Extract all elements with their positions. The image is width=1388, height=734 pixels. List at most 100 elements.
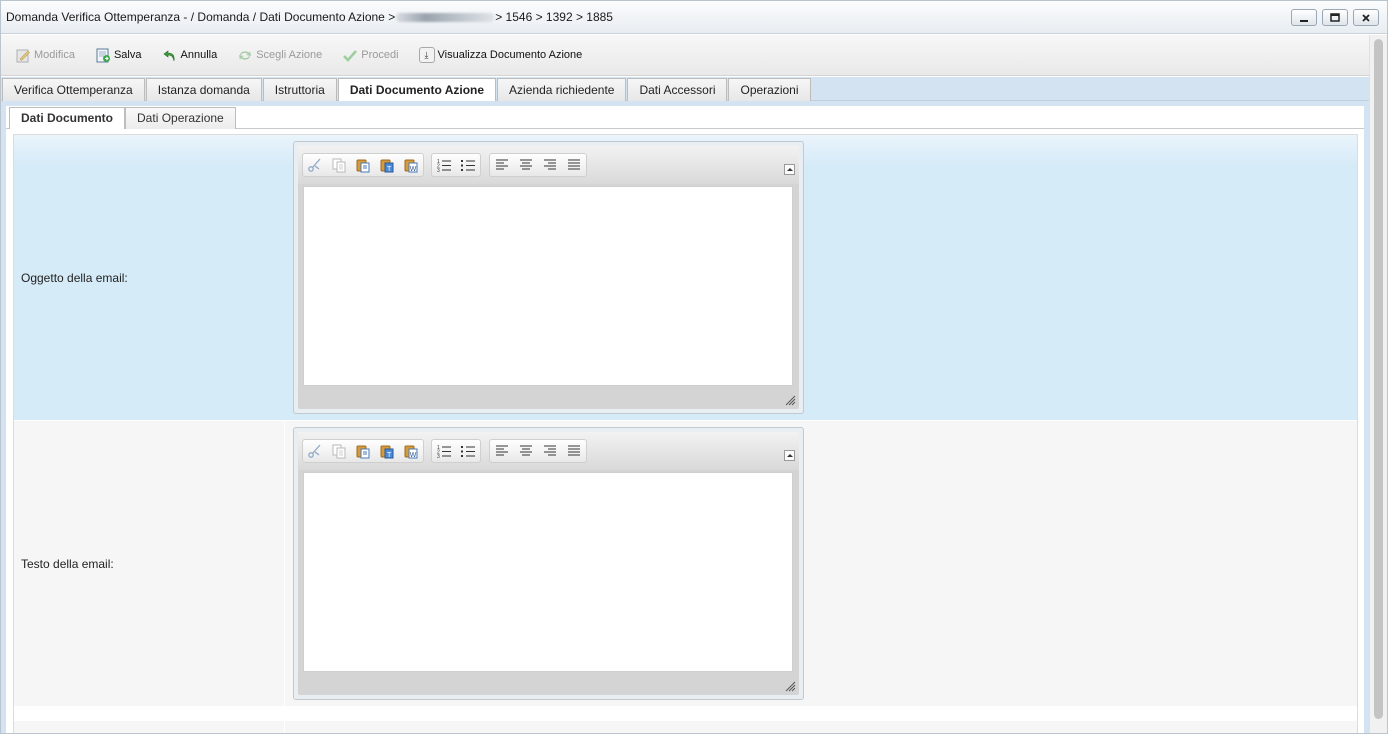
paste-text-icon[interactable]: T [379, 443, 395, 459]
align-right-icon[interactable] [542, 443, 558, 459]
salva-label: Salva [113, 49, 142, 61]
align-group [489, 439, 587, 463]
form-grid: Oggetto della email: T W 1 2 3 Testo del… [13, 134, 1358, 733]
align-center-icon[interactable] [518, 443, 534, 459]
testo-label: Testo della email: [21, 557, 114, 571]
clipboard-group: T W [302, 439, 424, 463]
minimize-icon [1300, 19, 1308, 22]
window-title-prefix: Domanda Verifica Ottemperanza - / Domand… [6, 10, 396, 24]
list-group: 123 [431, 153, 481, 177]
svg-text:3: 3 [437, 168, 440, 173]
procedi-label: Procedi [361, 49, 399, 61]
annulla-button[interactable]: Annulla [162, 44, 218, 66]
oggetto-editor-body[interactable] [303, 186, 793, 386]
form-row-next [14, 721, 1357, 733]
tab-dati-documento-azione[interactable]: Dati Documento Azione [337, 78, 497, 102]
copy-icon[interactable] [331, 157, 347, 173]
tab-verifica-ottemperanza[interactable]: Verifica Ottemperanza [2, 78, 145, 101]
justify-icon[interactable] [566, 157, 582, 173]
paste-icon[interactable] [355, 443, 371, 459]
form-area: Oggetto della email: T W 1 2 3 Testo del… [6, 129, 1364, 733]
form-row-testo: Testo della email: T W 1 2 3 [14, 421, 1357, 706]
align-left-icon[interactable] [494, 157, 510, 173]
align-right-icon[interactable] [542, 157, 558, 173]
tab-operazioni[interactable]: Operazioni [728, 78, 811, 101]
subtab-dati-documento[interactable]: Dati Documento [9, 107, 126, 130]
window-title: Domanda Verifica Ottemperanza - / Domand… [6, 10, 613, 24]
modifica-button[interactable]: Modifica [15, 44, 75, 66]
collapse-toolbar-button[interactable] [784, 164, 795, 175]
svg-text:W: W [410, 166, 417, 173]
action-toolbar: Modifica Salva Annulla Scegli Azione Pro… [1, 35, 1369, 76]
svg-text:W: W [410, 452, 417, 459]
download-icon: ⤓ [418, 47, 435, 63]
scrollbar-thumb[interactable] [1374, 39, 1383, 719]
align-group [489, 153, 587, 177]
redacted-text [396, 12, 495, 22]
svg-text:T: T [387, 166, 392, 173]
copy-icon[interactable] [331, 443, 347, 459]
tab-content-panel: Dati Documento Dati Operazione Oggetto d… [1, 101, 1369, 733]
list-group: 123 [431, 439, 481, 463]
clipboard-group: T W [302, 153, 424, 177]
testo-editor: T W 123 [293, 427, 804, 700]
window-title-suffix: > 1546 > 1392 > 1885 [495, 10, 613, 24]
justify-icon[interactable] [566, 443, 582, 459]
annulla-label: Annulla [180, 49, 218, 61]
edit-icon [16, 49, 30, 63]
form-row-oggetto: Oggetto della email: T W 1 2 3 [14, 135, 1357, 420]
unordered-list-icon[interactable] [460, 157, 476, 173]
salva-button[interactable]: Salva [95, 44, 142, 66]
unordered-list-icon[interactable] [460, 443, 476, 459]
modifica-label: Modifica [34, 49, 75, 61]
align-left-icon[interactable] [494, 443, 510, 459]
tab-istanza-domanda[interactable]: Istanza domanda [145, 78, 262, 101]
visualizza-documento-button[interactable]: ⤓ Visualizza Documento Azione [418, 44, 583, 66]
editor-toolbar: T W 123 [298, 146, 799, 184]
label-cell: Testo della email: [14, 421, 285, 706]
subtab-dati-operazione[interactable]: Dati Operazione [125, 107, 236, 129]
tab-istruttoria[interactable]: Istruttoria [262, 78, 337, 101]
procedi-button[interactable]: Procedi [342, 44, 399, 66]
paste-word-icon[interactable]: W [403, 157, 419, 173]
app-window: Domanda Verifica Ottemperanza - / Domand… [0, 0, 1388, 734]
cut-icon[interactable] [307, 443, 323, 459]
cut-icon[interactable] [307, 157, 323, 173]
title-bar: Domanda Verifica Ottemperanza - / Domand… [1, 1, 1387, 34]
paste-word-icon[interactable]: W [403, 443, 419, 459]
minimize-button[interactable] [1291, 9, 1317, 26]
maximize-icon [1330, 12, 1340, 22]
vertical-scrollbar[interactable] [1369, 35, 1387, 733]
resize-handle-icon[interactable] [784, 680, 796, 692]
undo-icon [163, 50, 174, 62]
close-icon [1362, 13, 1370, 22]
scegli-azione-button[interactable]: Scegli Azione [237, 44, 322, 66]
oggetto-editor: T W 123 [293, 141, 804, 414]
window-controls [1291, 9, 1379, 26]
resize-handle-icon[interactable] [784, 394, 796, 406]
collapse-toolbar-button[interactable] [784, 450, 795, 461]
label-cell: Oggetto della email: [14, 135, 285, 420]
paste-text-icon[interactable]: T [379, 157, 395, 173]
close-button[interactable] [1353, 9, 1379, 26]
label-cell [14, 721, 285, 733]
sub-tab-strip: Dati Documento Dati Operazione [6, 106, 1364, 130]
refresh-icon [239, 51, 252, 60]
svg-text:3: 3 [437, 454, 440, 459]
visualizza-label: Visualizza Documento Azione [437, 49, 583, 61]
tab-azienda-richiedente[interactable]: Azienda richiedente [497, 78, 627, 101]
checkmark-icon [343, 50, 358, 62]
main-tab-strip: Verifica Ottemperanza Istanza domanda Is… [1, 77, 1369, 102]
tab-dati-accessori[interactable]: Dati Accessori [627, 78, 728, 101]
maximize-button[interactable] [1322, 9, 1348, 26]
svg-text:T: T [387, 452, 392, 459]
paste-icon[interactable] [355, 157, 371, 173]
oggetto-label: Oggetto della email: [21, 271, 128, 285]
ordered-list-icon[interactable]: 123 [436, 157, 452, 173]
scegli-azione-label: Scegli Azione [256, 49, 323, 61]
editor-toolbar: T W 123 [298, 432, 799, 470]
align-center-icon[interactable] [518, 157, 534, 173]
ordered-list-icon[interactable]: 123 [436, 443, 452, 459]
testo-editor-body[interactable] [303, 472, 793, 672]
save-icon [96, 48, 110, 63]
